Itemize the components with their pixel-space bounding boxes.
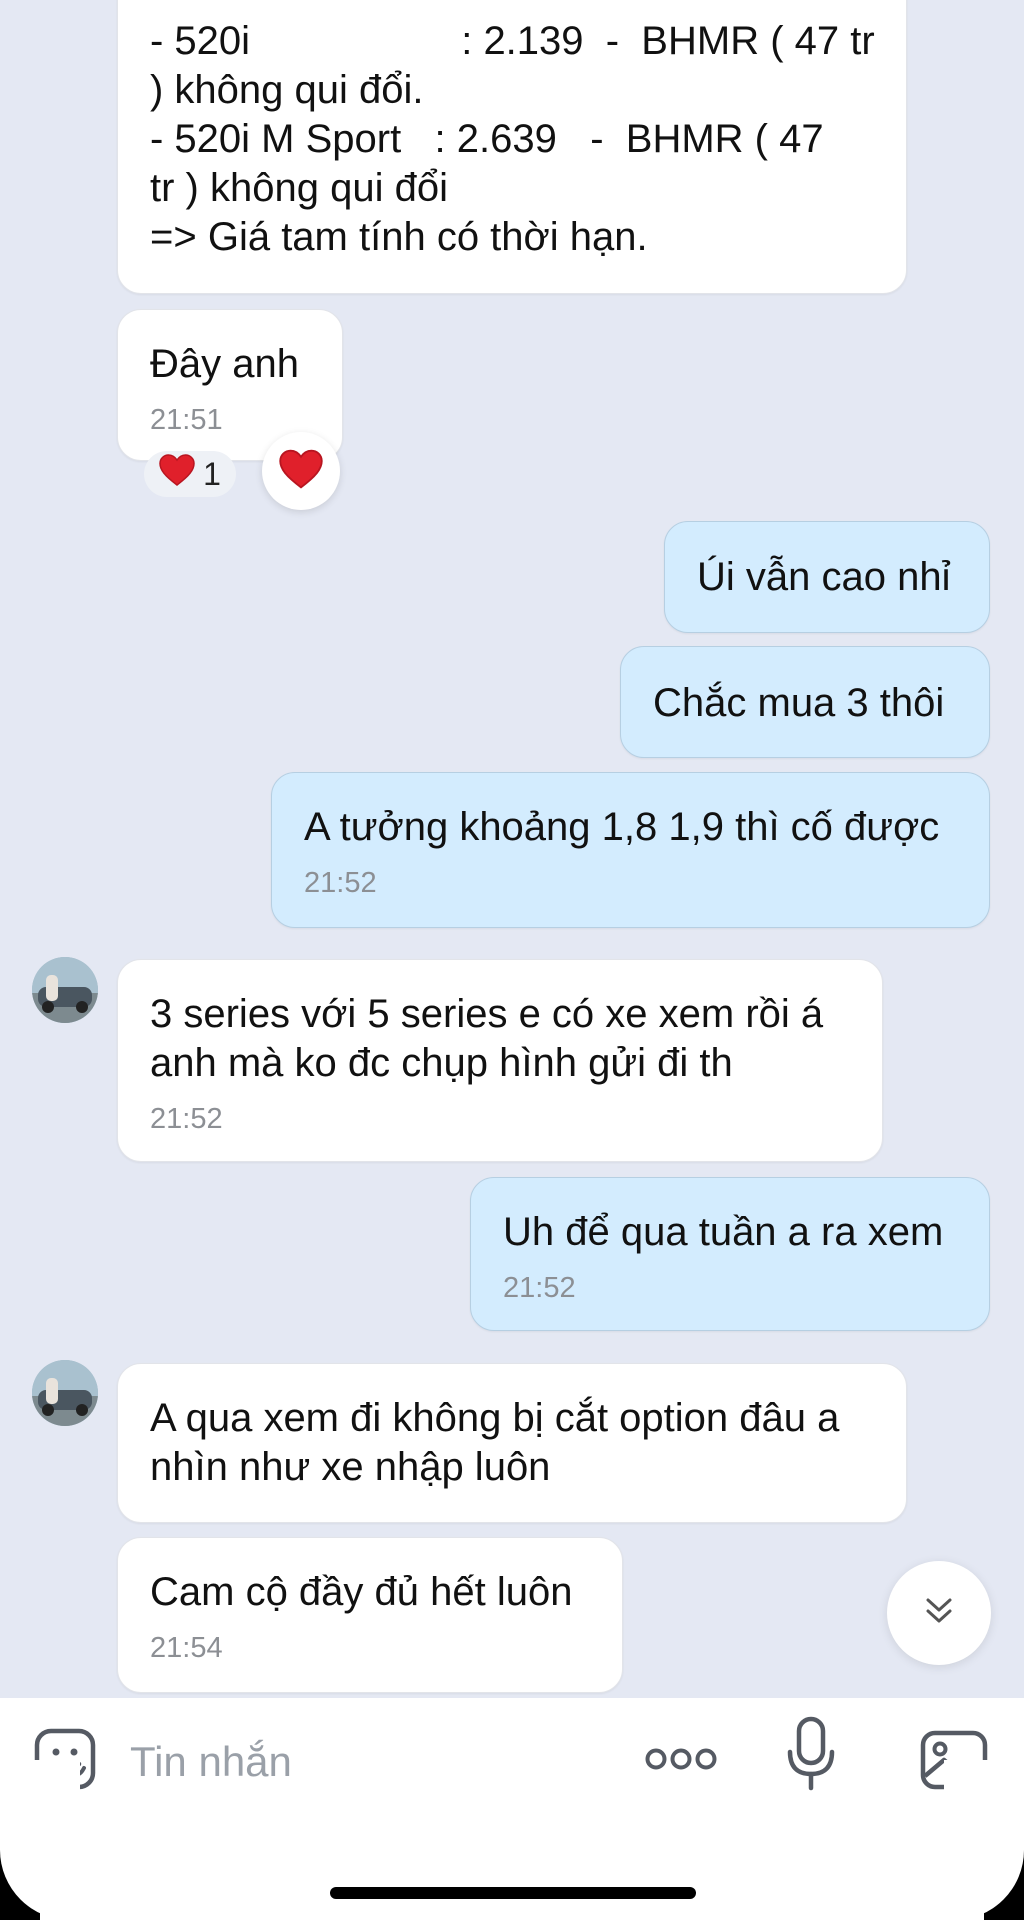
message-line: - 520i : 2.139 - BHMR ( 47 tr — [150, 19, 875, 63]
message-line: 3 series với 5 series e có xe xem rồi á — [150, 992, 824, 1036]
message-outgoing[interactable]: Uh để qua tuần a ra xem 21:52 — [470, 1177, 990, 1331]
message-text: Chắc mua 3 thôi — [653, 681, 945, 725]
message-line: => Giá tam tính có thời hạn. — [150, 215, 648, 259]
more-dots-icon[interactable] — [644, 1746, 718, 1777]
message-line: nhìn như xe nhập luôn — [150, 1445, 551, 1489]
message-text: Đây anh — [150, 342, 299, 386]
mic-icon[interactable] — [786, 1716, 836, 1797]
message-incoming[interactable]: 3 series với 5 series e có xe xem rồi á … — [117, 959, 883, 1162]
message-time: 21:52 — [150, 1103, 223, 1135]
avatar[interactable] — [32, 957, 98, 1023]
message-text: Uh để qua tuần a ra xem — [503, 1210, 944, 1254]
reaction-count-pill[interactable]: 1 — [144, 451, 236, 497]
reaction-count: 1 — [203, 455, 221, 492]
chevron-double-down-icon — [922, 1594, 956, 1633]
message-line: tr ) không qui đổi — [150, 166, 448, 210]
message-time: 21:54 — [150, 1632, 223, 1664]
message-line: anh mà ko đc chụp hình gửi đi th — [150, 1041, 733, 1085]
message-incoming[interactable]: Cam cộ đầy đủ hết luôn 21:54 — [117, 1537, 623, 1693]
home-indicator[interactable] — [330, 1887, 696, 1899]
message-incoming[interactable]: - 520i : 2.139 - BHMR ( 47 tr ) không qu… — [117, 0, 907, 294]
message-line: - 520i M Sport : 2.639 - BHMR ( 47 — [150, 117, 824, 161]
message-incoming[interactable]: A qua xem đi không bị cắt option đâu a n… — [117, 1363, 907, 1523]
heart-icon — [159, 454, 195, 494]
screen-corner — [944, 1760, 1024, 1920]
message-outgoing[interactable]: Úi vẫn cao nhỉ — [664, 521, 990, 633]
message-outgoing[interactable]: Chắc mua 3 thôi — [620, 646, 990, 758]
message-time: 21:52 — [304, 867, 377, 899]
screen-corner — [0, 1760, 80, 1920]
heart-icon — [279, 449, 323, 494]
message-text: A tưởng khoảng 1,8 1,9 thì cố được — [304, 805, 940, 849]
message-time: 21:51 — [150, 404, 223, 436]
avatar[interactable] — [32, 1360, 98, 1426]
add-reaction-button[interactable] — [262, 432, 340, 510]
message-text: Úi vẫn cao nhỉ — [697, 555, 951, 599]
message-text: Cam cộ đầy đủ hết luôn — [150, 1570, 573, 1614]
scroll-to-bottom-button[interactable] — [887, 1561, 991, 1665]
message-line: A qua xem đi không bị cắt option đâu a — [150, 1396, 840, 1440]
message-outgoing[interactable]: A tưởng khoảng 1,8 1,9 thì cố được 21:52 — [271, 772, 990, 928]
message-line: ) không qui đổi. — [150, 68, 424, 112]
message-time: 21:52 — [503, 1272, 576, 1304]
message-input[interactable]: Tin nhắn — [130, 1716, 292, 1808]
chat-area[interactable]: - 520i : 2.139 - BHMR ( 47 tr ) không qu… — [0, 0, 1024, 1700]
